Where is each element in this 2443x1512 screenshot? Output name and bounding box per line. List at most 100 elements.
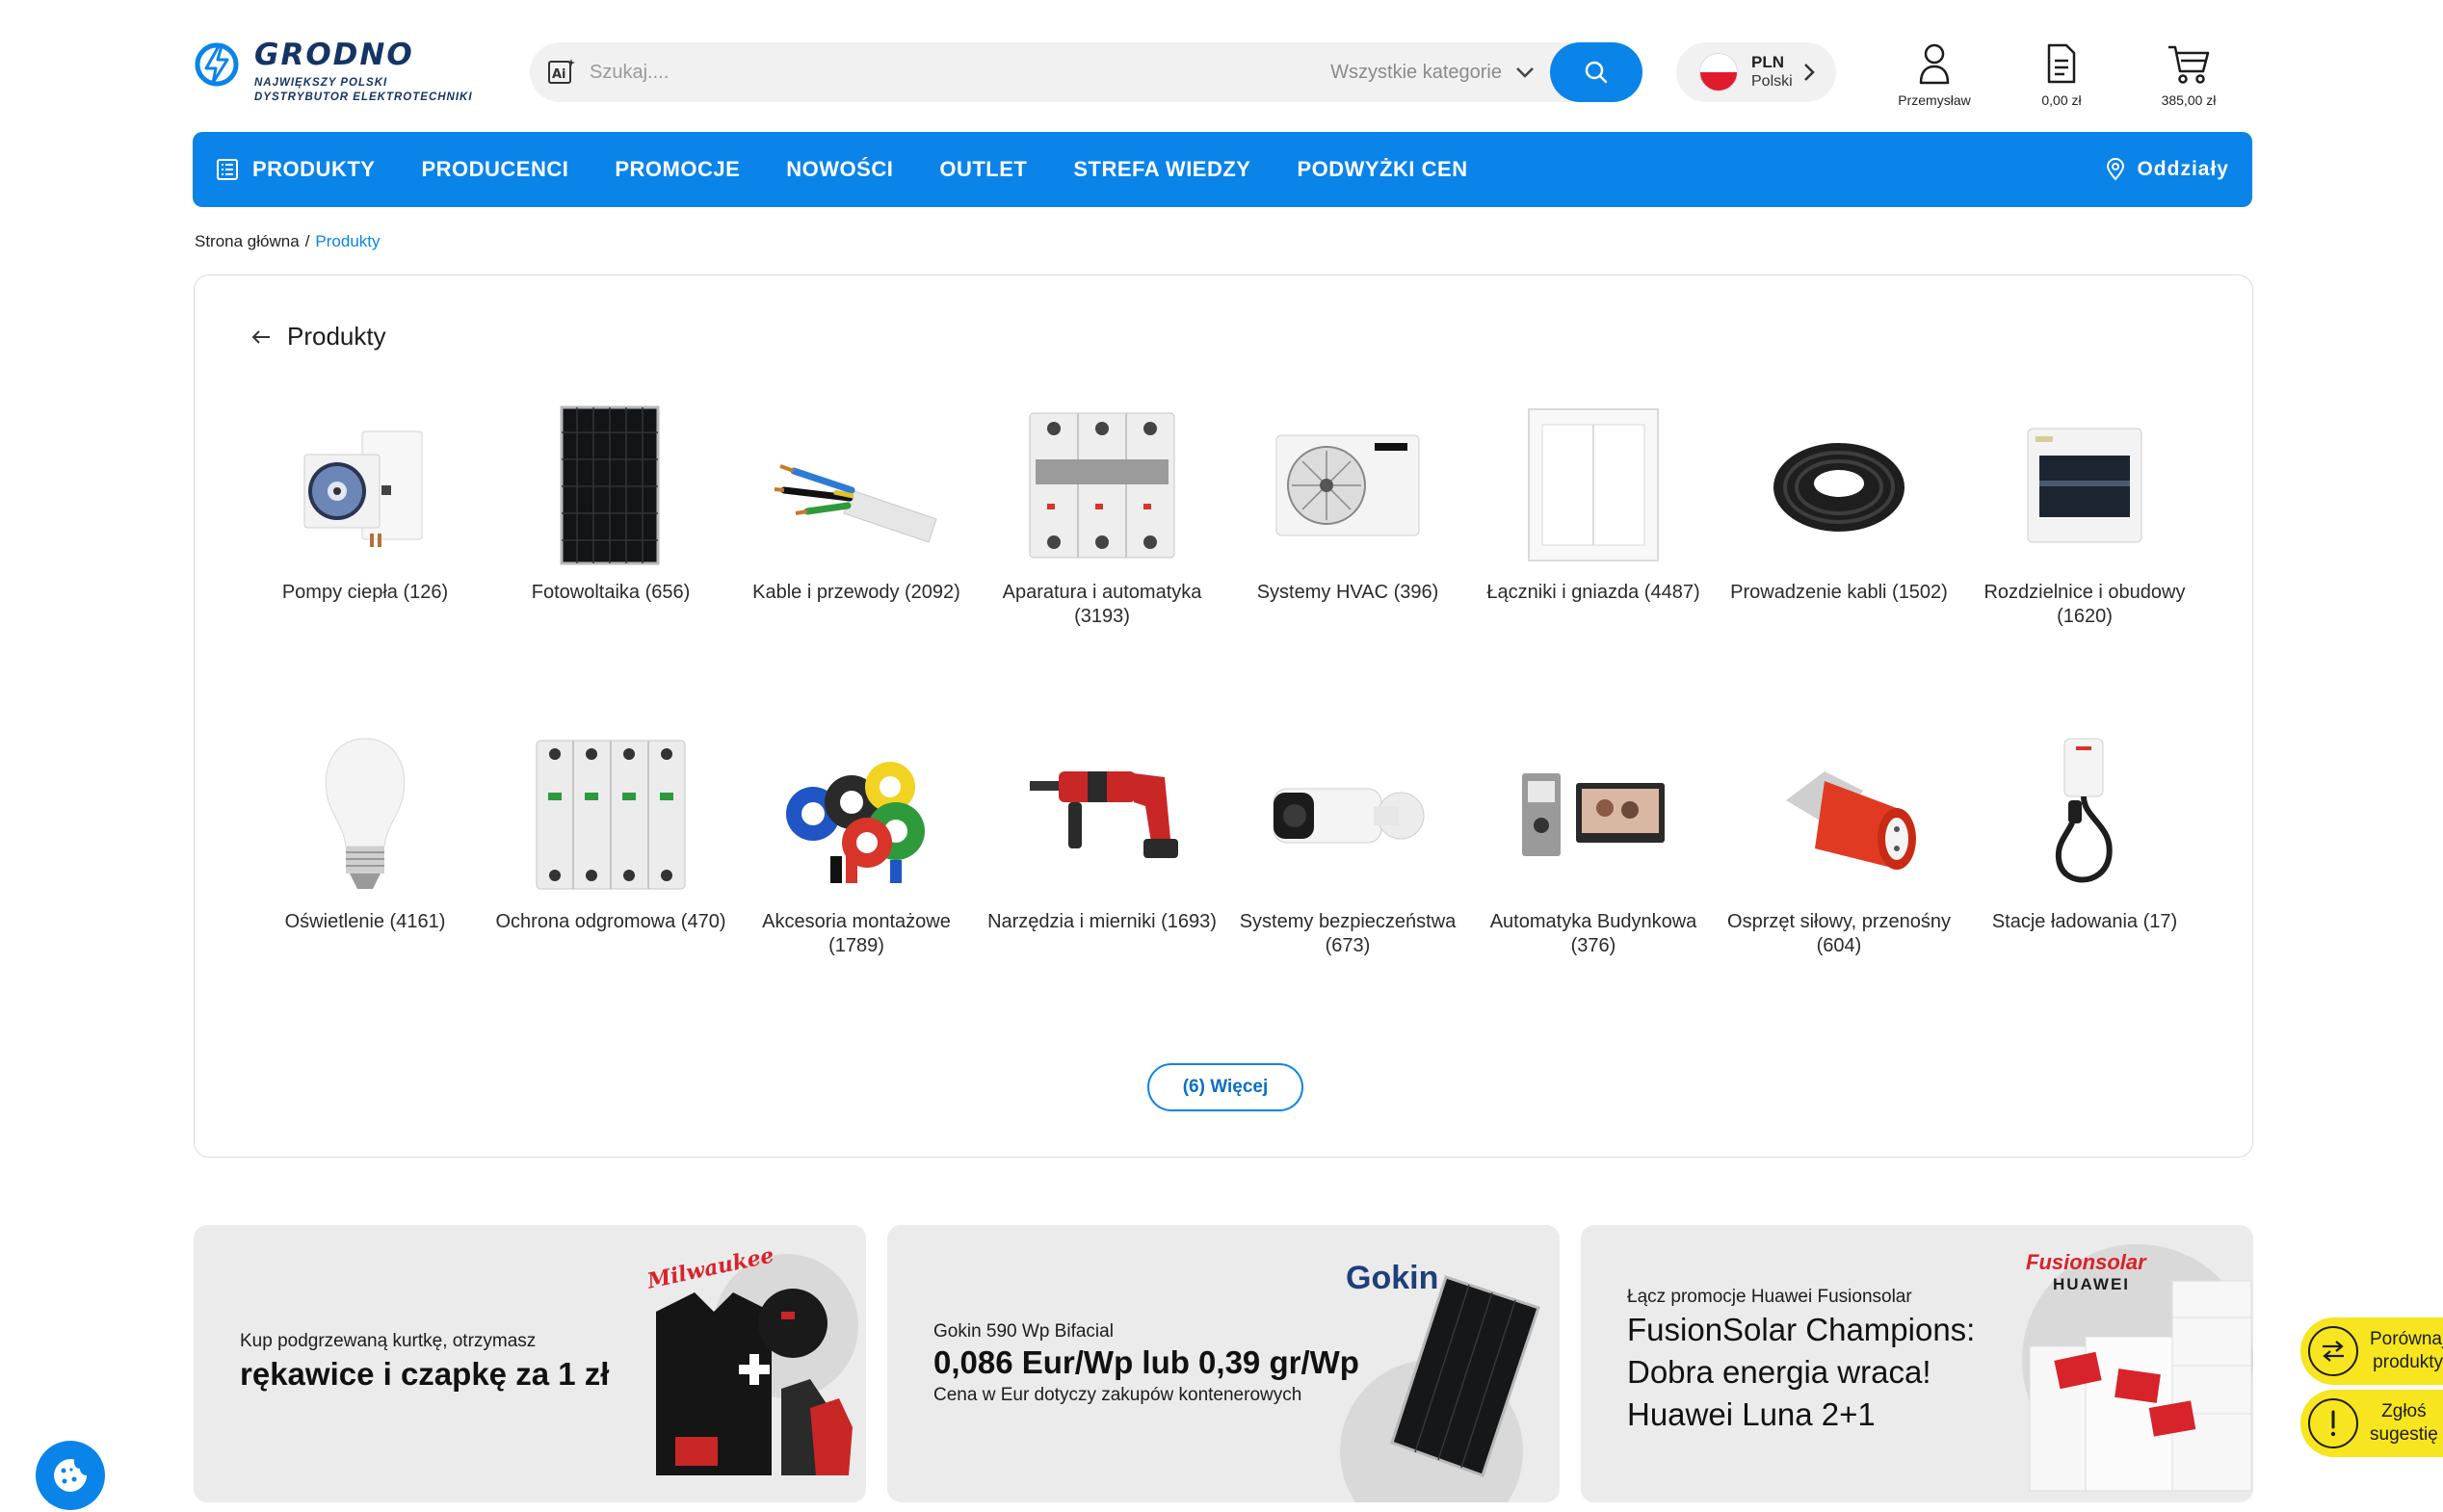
cart-icon xyxy=(2168,45,2210,84)
account-button[interactable]: Przemysław xyxy=(1878,42,1990,108)
logo-icon xyxy=(195,42,239,87)
light-bulb-icon xyxy=(269,730,461,899)
logo[interactable]: GRODNO NAJWIĘKSZY POLSKI DYSTRYBUTOR ELE… xyxy=(193,39,491,111)
search-bar: Ai Wszystkie kategorie xyxy=(530,42,1642,102)
back-arrow-icon[interactable] xyxy=(249,325,274,350)
distribution-box-icon xyxy=(1988,401,2181,569)
category-label: Akcesoria montażowe (1789) xyxy=(762,911,951,956)
currency-language-selector[interactable]: PLN Polski xyxy=(1676,42,1836,102)
promo-text-small: Łącz promocje Huawei Fusionsolar xyxy=(1627,1287,1912,1307)
category-label: Systemy bezpieczeństwa (673) xyxy=(1239,911,1457,956)
panel-header: Produkty xyxy=(249,322,386,352)
solar-panel-icon xyxy=(514,401,707,569)
show-more-button[interactable]: (6) Więcej xyxy=(1147,1063,1303,1111)
nav-producers[interactable]: PRODUCENCI xyxy=(421,157,568,182)
documents-value: 0,00 zł xyxy=(2041,92,2082,108)
category-cable-management[interactable]: Prowadzenie kabli (1502) xyxy=(1723,401,1955,605)
nav-outlet[interactable]: OUTLET xyxy=(939,157,1027,182)
promo-text-big: rękawice i czapkę za 1 zł xyxy=(240,1356,610,1392)
category-select-label: Wszystkie kategorie xyxy=(1330,61,1502,83)
promo-banner-huawei[interactable]: Łącz promocje Huawei Fusionsolar FusionS… xyxy=(1581,1225,2253,1502)
nav-products-label: PRODUKTY xyxy=(252,157,376,181)
promo-text-small: Kup podgrzewaną kurtkę, otrzymasz xyxy=(240,1331,537,1351)
nav-new[interactable]: NOWOŚCI xyxy=(786,157,893,182)
compare-label-2: produkty xyxy=(2373,1352,2443,1372)
currency-code: PLN xyxy=(1751,53,1784,71)
compare-products-button[interactable]: Porównaj produkty xyxy=(2300,1317,2443,1385)
category-label: Osprzęt siłowy, przenośny (604) xyxy=(1727,911,1951,956)
logo-subtitle-1: NAJWIĘKSZY POLSKI xyxy=(254,77,388,89)
list-icon xyxy=(216,158,239,181)
circuit-breaker-icon xyxy=(1006,401,1198,569)
user-icon xyxy=(1919,43,1950,85)
category-switches-sockets[interactable]: Łączniki i gniazda (4487) xyxy=(1478,401,1709,605)
wall-switch-icon xyxy=(1497,401,1690,569)
category-label: Oświetlenie (4161) xyxy=(284,911,446,932)
category-cables[interactable]: Kable i przewody (2092) xyxy=(741,401,972,605)
promo-text-big-1: FusionSolar Champions: xyxy=(1627,1312,1976,1347)
category-hvac[interactable]: Systemy HVAC (396) xyxy=(1232,401,1463,605)
documents-button[interactable]: 0,00 zł xyxy=(2023,42,2100,108)
nav-knowledge-zone[interactable]: STREFA WIEDZY xyxy=(1073,157,1250,182)
breadcrumb: Strona główna / Produkty xyxy=(195,232,381,251)
category-label: Fotowoltaika (656) xyxy=(531,582,691,603)
compare-icon xyxy=(2308,1326,2358,1376)
search-input[interactable] xyxy=(590,53,1331,91)
nav-branches[interactable]: Oddziały xyxy=(2106,132,2229,207)
breadcrumb-home[interactable]: Strona główna xyxy=(195,232,300,250)
report-suggestion-button[interactable]: Zgłoś sugestię xyxy=(2300,1390,2443,1457)
category-charging-stations[interactable]: Stacje ładowania (17) xyxy=(1969,730,2200,934)
cart-button[interactable]: 385,00 zł xyxy=(2146,42,2231,108)
promo-text-note: Cena w Eur dotyczy zakupów kontenerowych xyxy=(933,1385,1302,1405)
location-pin-icon xyxy=(2106,158,2125,181)
promo-banner-milwaukee[interactable]: Kup podgrzewaną kurtkę, otrzymasz rękawi… xyxy=(194,1225,866,1502)
search-icon xyxy=(1585,61,1608,84)
category-label: Ochrona odgromowa (470) xyxy=(495,911,726,932)
fusionsolar-logo: Fusionsolar xyxy=(2026,1250,2146,1274)
heat-pump-icon xyxy=(269,401,461,569)
cart-value: 385,00 zł xyxy=(2161,92,2217,108)
category-tools-meters[interactable]: Narzędzia i mierniki (1693) xyxy=(986,730,1218,934)
category-heat-pumps[interactable]: Pompy ciepła (126) xyxy=(250,401,481,605)
panel-title: Produkty xyxy=(287,322,386,351)
report-label-1: Zgłoś xyxy=(2381,1401,2427,1421)
category-label: Pompy ciepła (126) xyxy=(281,582,449,603)
logo-subtitle-2: DYSTRYBUTOR ELEKTROTECHNIKI xyxy=(254,91,473,103)
category-lightning-protection[interactable]: Ochrona odgromowa (470) xyxy=(495,730,726,934)
breadcrumb-current[interactable]: Produkty xyxy=(315,232,380,250)
cctv-camera-icon xyxy=(1251,730,1444,899)
chevron-down-icon xyxy=(1516,67,1534,78)
category-label: Aparatura i automatyka (3193) xyxy=(1002,582,1202,627)
conduit-coil-icon xyxy=(1743,401,1935,569)
cookie-settings-button[interactable] xyxy=(36,1441,105,1510)
battery-storage-icon xyxy=(2029,1280,2252,1492)
logo-title: GRODNO xyxy=(254,38,414,72)
category-photovoltaics[interactable]: Fotowoltaika (656) xyxy=(495,401,726,605)
category-switchgear[interactable]: Aparatura i automatyka (3193) xyxy=(986,401,1218,629)
category-select[interactable]: Wszystkie kategorie xyxy=(1330,62,1535,84)
category-mounting-accessories[interactable]: Akcesoria montażowe (1789) xyxy=(741,730,972,958)
insulating-tape-icon xyxy=(760,730,953,899)
nav-products[interactable]: PRODUKTY xyxy=(216,157,375,182)
category-lighting[interactable]: Oświetlenie (4161) xyxy=(250,730,481,934)
nav-branches-label: Oddziały xyxy=(2137,158,2229,180)
category-label: Stacje ładowania (17) xyxy=(1991,911,2178,932)
category-distribution-boards[interactable]: Rozdzielnice i obudowy (1620) xyxy=(1969,401,2200,629)
promo-banner-gokin[interactable]: Gokin 590 Wp Bifacial 0,086 Eur/Wp lub 0… xyxy=(887,1225,1560,1502)
promo-text-big-3: Huawei Luna 2+1 xyxy=(1627,1396,1876,1432)
svg-text:Ai: Ai xyxy=(552,67,566,82)
nav-promotions[interactable]: PROMOCJE xyxy=(615,157,740,182)
promo-text-big-2: Dobra energia wraca! xyxy=(1627,1354,1931,1390)
category-security-systems[interactable]: Systemy bezpieczeństwa (673) xyxy=(1232,730,1463,958)
compare-label-1: Porównaj xyxy=(2370,1329,2443,1349)
nav-price-increases[interactable]: PODWYŻKI CEN xyxy=(1297,157,1467,182)
header: GRODNO NAJWIĘKSZY POLSKI DYSTRYBUTOR ELE… xyxy=(0,0,2443,125)
search-button[interactable] xyxy=(1550,42,1642,102)
category-label: Narzędzia i mierniki (1693) xyxy=(987,911,1217,932)
document-icon xyxy=(2047,43,2076,84)
category-power-equipment[interactable]: Osprzęt siłowy, przenośny (604) xyxy=(1723,730,1955,958)
ai-search-icon[interactable]: Ai xyxy=(543,54,580,91)
category-building-automation[interactable]: Automatyka Budynkowa (376) xyxy=(1478,730,1709,958)
category-label: Prowadzenie kabli (1502) xyxy=(1730,582,1948,603)
category-label: Łączniki i gniazda (4487) xyxy=(1486,582,1700,603)
